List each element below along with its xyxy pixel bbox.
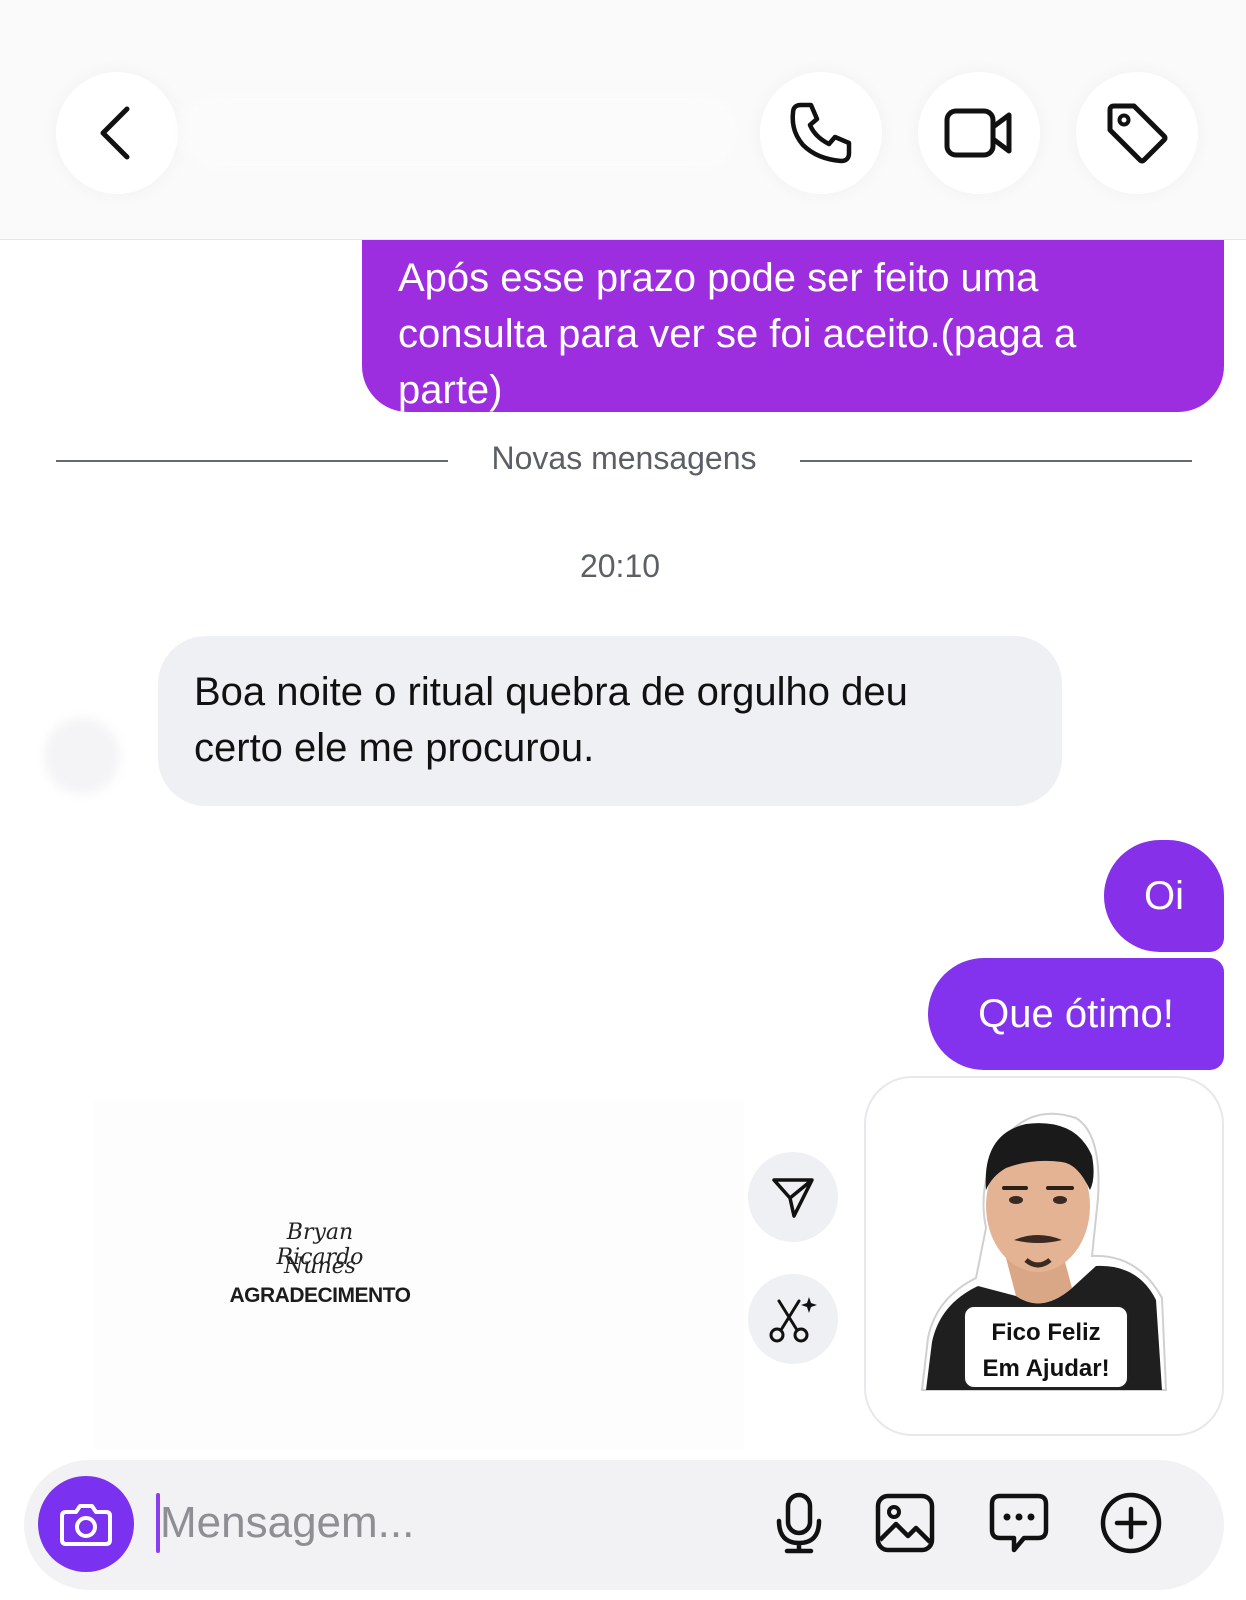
sticker-icon xyxy=(989,1493,1049,1553)
outgoing-message-bubble[interactable]: Que ótimo! xyxy=(928,958,1224,1070)
chat-header xyxy=(0,0,1246,240)
message-text: consulta para ver se foi aceito.(paga a xyxy=(398,312,1077,356)
more-button[interactable] xyxy=(1096,1488,1166,1558)
sticker-button[interactable] xyxy=(984,1488,1054,1558)
message-text: Oi xyxy=(1144,874,1184,918)
message-text: certo ele me procurou. xyxy=(194,726,595,770)
watermark-area xyxy=(94,1100,744,1450)
video-call-button[interactable] xyxy=(918,72,1040,194)
sender-avatar[interactable] xyxy=(44,718,120,794)
sticker-caption: Fico Feliz xyxy=(991,1319,1100,1346)
gallery-button[interactable] xyxy=(870,1488,940,1558)
gallery-icon xyxy=(875,1493,935,1553)
cutout-button[interactable] xyxy=(748,1274,838,1364)
incoming-message-bubble[interactable]: Boa noite o ritual quebra de orgulho deu… xyxy=(158,636,1062,806)
sticker-caption: Em Ajudar! xyxy=(982,1355,1109,1382)
tag-button[interactable] xyxy=(1076,72,1198,194)
send-icon xyxy=(772,1178,814,1218)
back-button[interactable] xyxy=(56,72,178,194)
message-text: parte) xyxy=(398,368,503,412)
message-text: Que ótimo! xyxy=(978,992,1174,1036)
camera-button[interactable] xyxy=(38,1476,134,1572)
scissors-sparkle-icon xyxy=(769,1297,817,1343)
microphone-icon xyxy=(776,1492,822,1554)
watermark-signature: Nunes xyxy=(284,1254,356,1279)
sticker-message[interactable]: Fico Feliz Em Ajudar! xyxy=(864,1076,1224,1436)
share-button[interactable] xyxy=(748,1152,838,1242)
voice-message-button[interactable] xyxy=(764,1488,834,1558)
phone-icon xyxy=(790,102,852,164)
message-timestamp: 20:10 xyxy=(579,548,661,584)
new-messages-label: Novas mensagens xyxy=(491,440,757,476)
contact-name-redacted xyxy=(180,92,740,172)
camera-icon xyxy=(60,1504,112,1546)
message-input[interactable] xyxy=(160,1490,720,1556)
watermark-label: AGRADECIMENTO xyxy=(229,1284,411,1307)
video-camera-icon xyxy=(944,108,1012,158)
sticker-image: Fico Feliz Em Ajudar! xyxy=(920,1112,1168,1391)
chevron-left-icon xyxy=(100,106,130,160)
message-text: Boa noite o ritual quebra de orgulho deu xyxy=(194,670,908,714)
message-text: Após esse prazo pode ser feito uma xyxy=(398,256,1039,300)
plus-circle-icon xyxy=(1100,1492,1162,1554)
outgoing-message-bubble[interactable]: Oi xyxy=(1104,840,1224,952)
tag-icon xyxy=(1107,103,1168,164)
divider-line xyxy=(800,460,1192,462)
divider-line xyxy=(56,460,448,462)
call-button[interactable] xyxy=(760,72,882,194)
